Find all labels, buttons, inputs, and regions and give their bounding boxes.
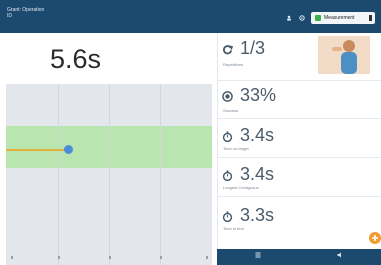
- grid-line: [109, 84, 110, 265]
- divider: [217, 196, 381, 197]
- speaker-icon[interactable]: [337, 252, 343, 260]
- success-label: Success: [223, 108, 239, 113]
- app-header: Grant: Operation ID Measurement: [0, 0, 381, 33]
- axis-tick: [109, 256, 111, 259]
- longest-contiguous-value: 3.4s: [240, 164, 275, 184]
- status-indicator: [315, 15, 321, 21]
- success-value: 33%: [240, 85, 277, 105]
- elapsed-time: 5.6s: [50, 44, 102, 74]
- axis-tick: [11, 256, 13, 259]
- repetitions-value: 1/3: [240, 38, 266, 58]
- current-position-marker: [64, 145, 73, 154]
- grid-line: [160, 84, 161, 265]
- time-to-first-value: 3.3s: [240, 205, 275, 225]
- menu-icon[interactable]: [255, 252, 261, 260]
- grid-line: [58, 84, 59, 265]
- stopwatch-icon: [222, 129, 233, 143]
- repetitions-label: Repetitions: [223, 62, 244, 67]
- target-icon: [222, 89, 233, 102]
- time-to-first-label: Time to first: [223, 226, 244, 231]
- bottom-navigation: [217, 249, 381, 265]
- trace-line: [6, 149, 64, 151]
- exercise-thumbnail: [318, 36, 370, 74]
- divider: [217, 157, 381, 158]
- add-button[interactable]: [369, 232, 381, 244]
- axis-tick: [206, 256, 208, 259]
- chevron-down-icon: [369, 15, 372, 21]
- tracking-plot: [6, 84, 212, 265]
- longest-contiguous-label: Longest Contiguous: [223, 185, 259, 190]
- session-title: Grant: Operation ID: [7, 7, 45, 19]
- stopwatch-icon: [222, 168, 233, 182]
- panel-divider: [217, 33, 218, 265]
- mode-select-label: Measurement: [324, 15, 355, 21]
- time-on-target-value: 3.4s: [240, 125, 275, 145]
- divider: [217, 118, 381, 119]
- axis-tick: [58, 256, 60, 259]
- settings-icon[interactable]: [299, 15, 305, 21]
- stopwatch-icon: [222, 209, 233, 223]
- axis-tick: [160, 256, 162, 259]
- divider: [217, 80, 381, 81]
- repeat-icon: [222, 42, 234, 55]
- user-icon[interactable]: [286, 15, 292, 21]
- mode-select[interactable]: Measurement: [311, 12, 375, 24]
- time-on-target-label: Time on target: [223, 146, 249, 151]
